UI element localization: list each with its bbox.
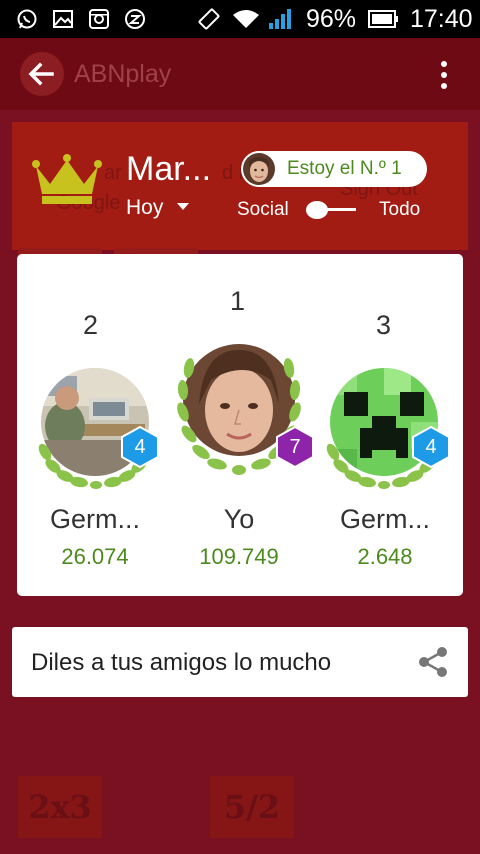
battery-icon <box>368 10 398 28</box>
background-text: ar <box>104 162 122 184</box>
level-badge: 4 <box>121 425 159 469</box>
player-score: 26.074 <box>61 544 129 569</box>
whatsapp-icon <box>17 9 37 29</box>
share-icon[interactable] <box>417 646 449 678</box>
player-name: Yo <box>223 504 255 534</box>
laurel-wreath-icon <box>38 443 154 489</box>
status-bar: 96% 17:40 <box>0 0 480 38</box>
level-badge: 4 <box>412 425 450 469</box>
gallery-icon <box>53 10 73 28</box>
app-bar: ABNplay <box>0 38 480 110</box>
laurel-wreath-icon <box>326 443 442 489</box>
background-tile: 5/2 <box>210 776 294 838</box>
rank-pill[interactable]: Estoy el N.º 1 <box>241 151 427 187</box>
clock: 17:40 <box>410 5 473 33</box>
period-dropdown[interactable]: Hoy <box>126 196 163 220</box>
rank-number: 1 <box>230 286 246 316</box>
battery-percent: 96% <box>306 5 357 33</box>
rank-number: 3 <box>376 310 392 340</box>
share-text: Diles a tus amigos lo mucho <box>31 649 332 676</box>
share-bar[interactable]: Diles a tus amigos lo mucho <box>12 627 468 697</box>
rank-pill-label: Estoy el N.º 1 <box>287 158 402 179</box>
player-score: 2.648 <box>357 544 413 569</box>
crown-icon <box>32 154 102 204</box>
podium-card: 2 4 Germ... 26.074 1 7 Yo 109.749 3 4 Ge… <box>17 254 463 596</box>
back-button[interactable] <box>20 52 64 96</box>
level-badge: 7 <box>276 425 314 469</box>
social-toggle[interactable] <box>306 201 356 219</box>
instagram-icon <box>89 9 109 29</box>
player-score: 109.749 <box>199 544 279 569</box>
signal-icon <box>269 9 291 29</box>
arrow-back-icon <box>28 62 54 86</box>
user-name: Mar... <box>126 150 212 188</box>
avatar <box>243 153 275 185</box>
player-name: Germ... <box>49 504 140 534</box>
wifi-icon <box>233 10 259 28</box>
toggle-label-social: Social <box>237 199 289 220</box>
app-title: ABNplay <box>74 60 172 88</box>
more-vert-icon[interactable] <box>432 60 456 90</box>
player-name: Germ... <box>339 504 430 534</box>
chevron-down-icon[interactable] <box>177 203 189 210</box>
rank-number: 2 <box>83 310 99 340</box>
rotate-icon <box>198 8 220 30</box>
no-disturb-icon <box>125 9 145 29</box>
toggle-label-todo: Todo <box>379 199 421 220</box>
background-tile: 2x3 <box>18 776 102 838</box>
